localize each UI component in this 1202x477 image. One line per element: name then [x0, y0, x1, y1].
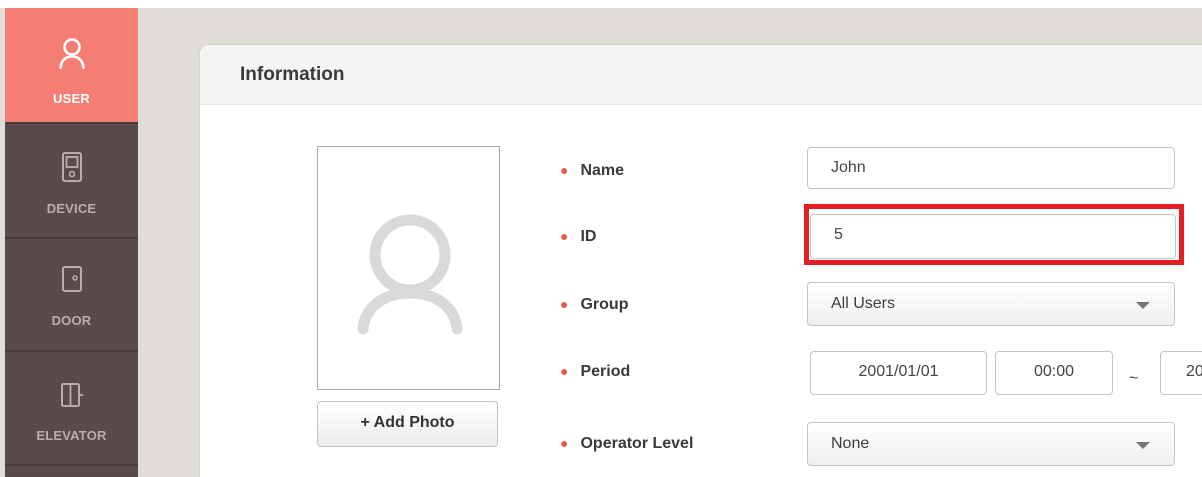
- id-label: ● ID: [560, 228, 596, 246]
- sidebar-item-elevator[interactable]: ELEVATOR: [5, 352, 138, 466]
- sidebar-item-label: DEVICE: [46, 201, 97, 216]
- sidebar-item-label: USER: [53, 91, 90, 106]
- top-strip: [0, 0, 1202, 8]
- period-label-text: Period: [580, 363, 631, 380]
- required-dot-icon: ●: [560, 228, 569, 244]
- period-end-date-field[interactable]: 20: [1160, 351, 1202, 395]
- sidebar-divider: [5, 464, 138, 466]
- sidebar-item-device[interactable]: DEVICE: [5, 124, 138, 238]
- device-icon: [61, 152, 82, 182]
- sidebar-item-user[interactable]: USER: [5, 8, 138, 122]
- period-start-time-field[interactable]: 00:00: [995, 351, 1113, 395]
- required-dot-icon: ●: [560, 296, 569, 312]
- id-field-highlight: [804, 204, 1184, 265]
- chevron-down-icon: [1136, 302, 1150, 309]
- required-dot-icon: ●: [560, 162, 569, 178]
- operator-level-label: ● Operator Level: [560, 435, 693, 453]
- group-label: ● Group: [560, 296, 628, 314]
- operator-level-label-text: Operator Level: [580, 435, 694, 452]
- group-select-value: All Users: [831, 295, 896, 312]
- name-label-text: Name: [580, 162, 625, 179]
- user-silhouette-icon: [357, 214, 463, 335]
- period-label: ● Period: [560, 363, 630, 381]
- operator-level-select[interactable]: None: [807, 422, 1175, 466]
- operator-level-select-value: None: [831, 435, 870, 452]
- group-select[interactable]: All Users: [807, 282, 1175, 326]
- id-label-text: ID: [580, 228, 597, 245]
- sidebar: USER DEVICE DOOR ELEVATOR: [5, 8, 138, 477]
- name-label: ● Name: [560, 162, 624, 180]
- panel-title: Information: [240, 64, 345, 85]
- required-dot-icon: ●: [560, 363, 569, 379]
- user-icon: [58, 38, 85, 70]
- group-label-text: Group: [580, 296, 629, 313]
- sidebar-item-door[interactable]: DOOR: [5, 239, 138, 353]
- door-icon: [61, 266, 82, 292]
- name-field[interactable]: John: [807, 147, 1175, 189]
- add-photo-button[interactable]: + Add Photo: [317, 401, 498, 447]
- panel-header: Information: [200, 45, 1202, 105]
- chevron-down-icon: [1136, 442, 1150, 449]
- elevator-icon: [60, 383, 83, 407]
- required-dot-icon: ●: [560, 435, 569, 451]
- information-panel: Information + Add Photo ● Name John ● ID 5…: [199, 44, 1202, 477]
- sidebar-item-label: ELEVATOR: [36, 428, 107, 443]
- photo-frame: [317, 146, 500, 390]
- sidebar-item-label: DOOR: [51, 313, 92, 328]
- period-separator: ~: [1129, 370, 1139, 387]
- period-start-date-field[interactable]: 2001/01/01: [810, 351, 987, 395]
